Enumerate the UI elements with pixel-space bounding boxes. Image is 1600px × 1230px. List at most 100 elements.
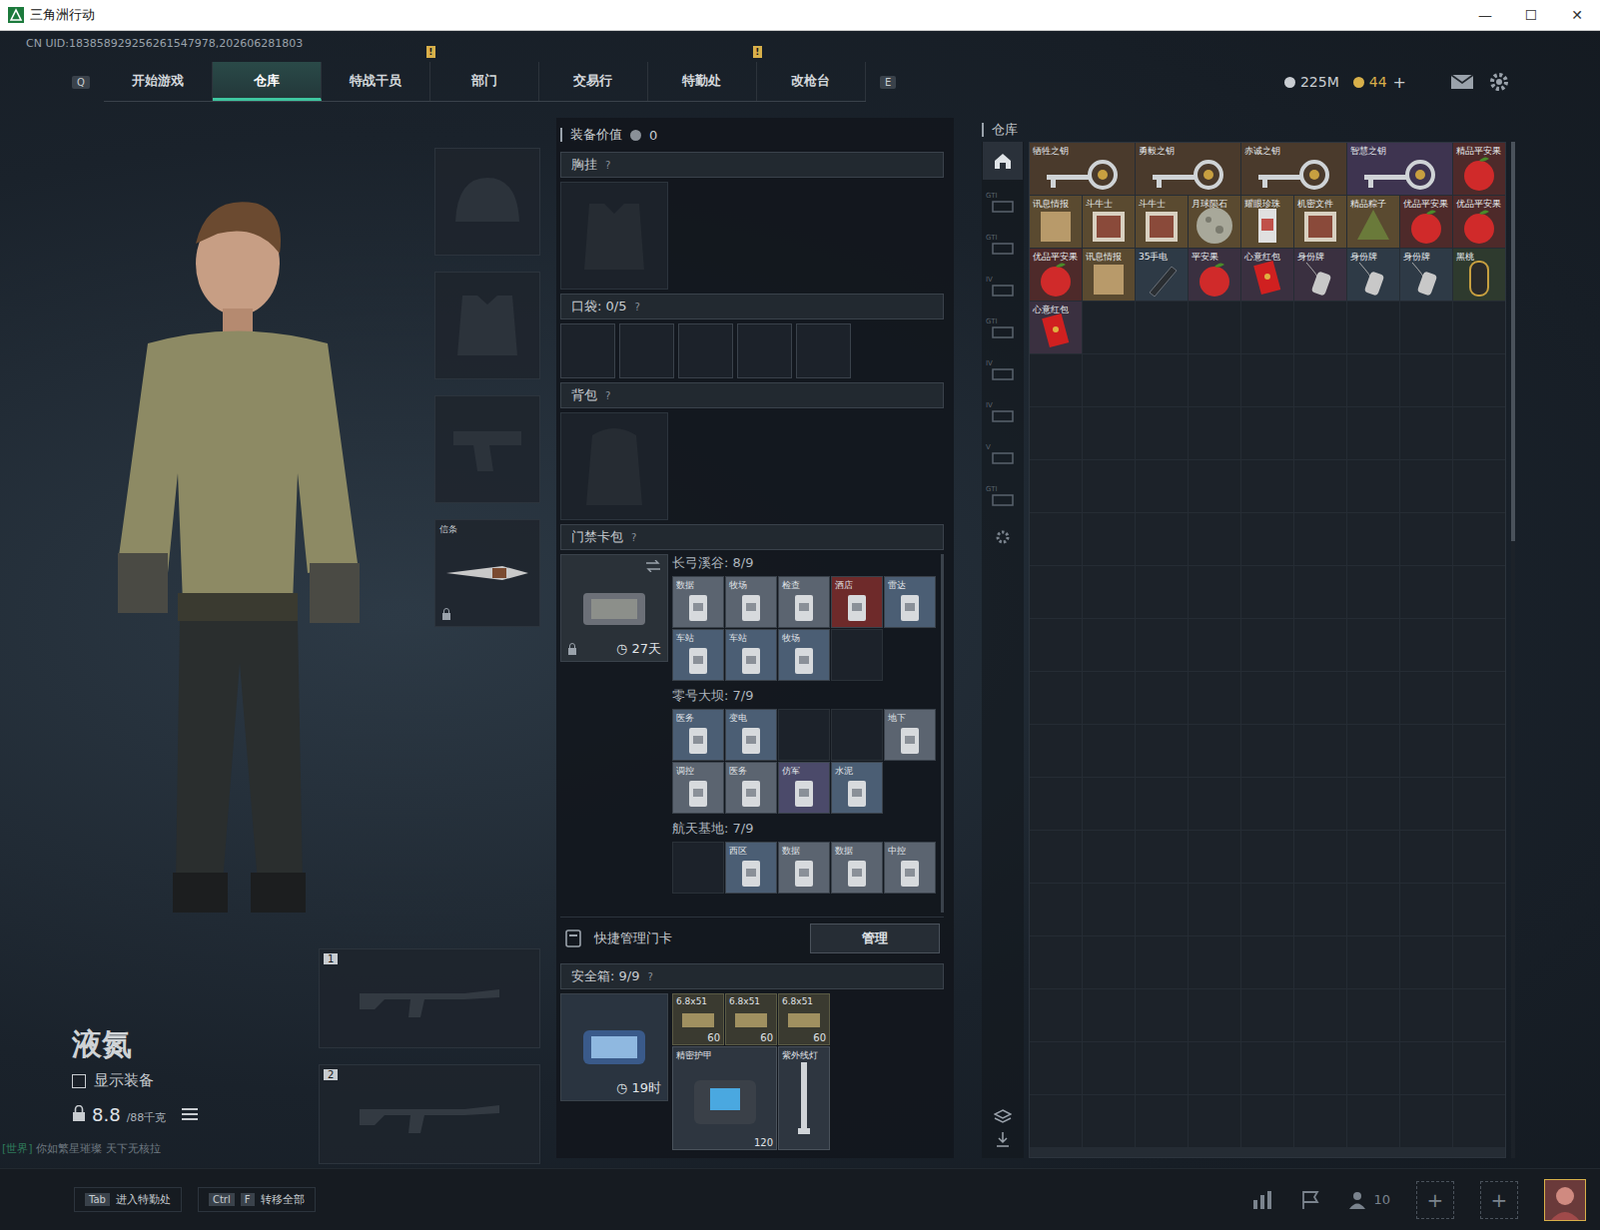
weapon-slot[interactable]: 2 bbox=[318, 1064, 541, 1165]
keycard[interactable] bbox=[830, 709, 883, 762]
warehouse-cell[interactable] bbox=[1188, 301, 1241, 354]
warehouse-tab[interactable]: GTI bbox=[982, 309, 1023, 348]
warehouse-cell[interactable] bbox=[1241, 830, 1294, 883]
keycard[interactable]: 数据 bbox=[672, 576, 725, 629]
list-icon[interactable] bbox=[181, 1107, 198, 1122]
warehouse-cell[interactable] bbox=[1188, 725, 1241, 778]
keycard[interactable] bbox=[672, 841, 725, 894]
warehouse-cell[interactable] bbox=[1188, 1042, 1241, 1095]
warehouse-cell[interactable] bbox=[1082, 830, 1135, 883]
warehouse-cell[interactable] bbox=[1082, 936, 1135, 989]
warehouse-cell[interactable] bbox=[1400, 989, 1453, 1042]
keycard[interactable]: 酒店 bbox=[830, 576, 883, 629]
warehouse-cell[interactable] bbox=[1188, 566, 1241, 619]
warehouse-cell[interactable] bbox=[1029, 830, 1082, 883]
warehouse-item[interactable]: 心意红包 bbox=[1241, 248, 1294, 301]
warehouse-cell[interactable] bbox=[1241, 619, 1294, 672]
warehouse-cell[interactable] bbox=[1400, 460, 1453, 513]
shortcut-hint[interactable]: CtrlF转移全部 bbox=[197, 1187, 316, 1213]
warehouse-item[interactable]: 月球陨石 bbox=[1188, 195, 1241, 248]
warehouse-cell[interactable] bbox=[1135, 1042, 1188, 1095]
settings-gear-icon[interactable] bbox=[1488, 70, 1511, 93]
keycard[interactable]: 西区 bbox=[725, 841, 778, 894]
warehouse-cell[interactable] bbox=[1029, 989, 1082, 1042]
warehouse-cell[interactable] bbox=[1241, 725, 1294, 778]
warehouse-cell[interactable] bbox=[1241, 566, 1294, 619]
warehouse-cell[interactable] bbox=[1029, 672, 1082, 725]
warehouse-cell[interactable] bbox=[1135, 460, 1188, 513]
nav-tab[interactable]: 特战干员! bbox=[321, 61, 431, 101]
shortcut-hint[interactable]: Tab进入特勤处 bbox=[73, 1187, 182, 1213]
keycard[interactable]: 中控 bbox=[883, 841, 936, 894]
warehouse-cell[interactable] bbox=[1294, 725, 1347, 778]
warehouse-cell[interactable] bbox=[1294, 513, 1347, 566]
warehouse-cell[interactable] bbox=[1453, 1095, 1506, 1148]
warehouse-cell[interactable] bbox=[1347, 619, 1400, 672]
warehouse-cell[interactable] bbox=[1135, 883, 1188, 936]
warehouse-cell[interactable] bbox=[1029, 619, 1082, 672]
pocket-slot[interactable] bbox=[560, 323, 616, 379]
warehouse-cell[interactable] bbox=[1135, 354, 1188, 407]
warehouse-cell[interactable] bbox=[1241, 989, 1294, 1042]
warehouse-cell[interactable] bbox=[1135, 725, 1188, 778]
warehouse-item[interactable]: 机密文件 bbox=[1294, 195, 1347, 248]
warehouse-cell[interactable] bbox=[1347, 883, 1400, 936]
warehouse-item[interactable]: 赤诚之钥 bbox=[1241, 142, 1347, 195]
warehouse-item[interactable]: 勇毅之钥 bbox=[1135, 142, 1241, 195]
layers-icon[interactable] bbox=[993, 1108, 1012, 1127]
warehouse-cell[interactable] bbox=[1347, 725, 1400, 778]
warehouse-cell[interactable] bbox=[1453, 407, 1506, 460]
window-control[interactable]: ✕ bbox=[1554, 6, 1600, 23]
transfer-icon[interactable] bbox=[993, 1130, 1012, 1149]
warehouse-cell[interactable] bbox=[1347, 672, 1400, 725]
warehouse-cell[interactable] bbox=[1347, 301, 1400, 354]
warehouse-tab[interactable]: IV bbox=[982, 393, 1023, 432]
warehouse-cell[interactable] bbox=[1135, 672, 1188, 725]
warehouse-cell[interactable] bbox=[1400, 830, 1453, 883]
safe-box-item[interactable]: ◷ 19时 bbox=[560, 993, 669, 1102]
warehouse-cell[interactable] bbox=[1082, 566, 1135, 619]
keycard[interactable]: 牧场 bbox=[725, 576, 778, 629]
nav-tab[interactable]: 开始游戏 bbox=[103, 61, 213, 101]
warehouse-cell[interactable] bbox=[1188, 672, 1241, 725]
warehouse-cell[interactable] bbox=[1400, 619, 1453, 672]
warehouse-cell[interactable] bbox=[1188, 619, 1241, 672]
warehouse-item[interactable]: 斗牛士 bbox=[1082, 195, 1135, 248]
warehouse-cell[interactable] bbox=[1029, 513, 1082, 566]
warehouse-item[interactable]: 身份牌 bbox=[1294, 248, 1347, 301]
warehouse-item[interactable]: 优品平安果 bbox=[1400, 195, 1453, 248]
weapon-slot[interactable]: 1 bbox=[318, 948, 541, 1049]
warehouse-cell[interactable] bbox=[1294, 460, 1347, 513]
friends-count[interactable]: 10 bbox=[1347, 1190, 1391, 1211]
warehouse-cell[interactable] bbox=[1400, 725, 1453, 778]
warehouse-cell[interactable] bbox=[1400, 566, 1453, 619]
warehouse-cell[interactable] bbox=[1082, 989, 1135, 1042]
warehouse-cell[interactable] bbox=[1400, 407, 1453, 460]
warehouse-cell[interactable] bbox=[1082, 1042, 1135, 1095]
nav-tab[interactable]: 交易行 bbox=[539, 61, 649, 101]
warehouse-cell[interactable] bbox=[1294, 407, 1347, 460]
warehouse-cell[interactable] bbox=[1294, 354, 1347, 407]
warehouse-item[interactable]: 黑桃 bbox=[1453, 248, 1506, 301]
safe-item[interactable]: 紫外线灯 bbox=[778, 1046, 830, 1151]
warehouse-cell[interactable] bbox=[1294, 883, 1347, 936]
warehouse-cell[interactable] bbox=[1400, 354, 1453, 407]
keycard[interactable]: 牧场 bbox=[778, 629, 830, 682]
player-avatar[interactable] bbox=[1544, 1179, 1587, 1222]
pocket-slot[interactable] bbox=[737, 323, 793, 379]
keycard[interactable]: 地下 bbox=[883, 709, 936, 762]
warehouse-cell[interactable] bbox=[1082, 513, 1135, 566]
warehouse-cell[interactable] bbox=[1347, 1095, 1400, 1148]
warehouse-cell[interactable] bbox=[1082, 725, 1135, 778]
warehouse-item[interactable]: 牺牲之钥 bbox=[1029, 142, 1135, 195]
keycard[interactable]: 车站 bbox=[725, 629, 778, 682]
warehouse-cell[interactable] bbox=[1082, 301, 1135, 354]
warehouse-item[interactable]: 讯息情报 bbox=[1029, 195, 1082, 248]
warehouse-item[interactable]: 智慧之钥 bbox=[1347, 142, 1453, 195]
card-pack-item[interactable]: ◷ 27天 bbox=[560, 554, 669, 663]
warehouse-cell[interactable] bbox=[1029, 566, 1082, 619]
warehouse-cell[interactable] bbox=[1135, 301, 1188, 354]
warehouse-cell[interactable] bbox=[1453, 672, 1506, 725]
keycard[interactable]: 检查 bbox=[778, 576, 830, 629]
warehouse-cell[interactable] bbox=[1294, 301, 1347, 354]
